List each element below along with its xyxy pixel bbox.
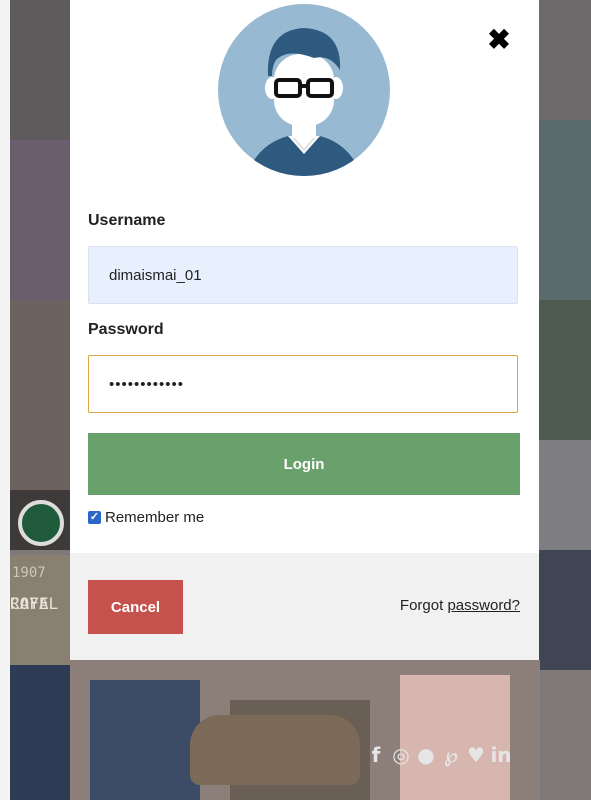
password-label: Password (88, 321, 164, 338)
facebook-icon[interactable]: f (365, 740, 387, 770)
close-icon[interactable]: ✖ (484, 25, 514, 55)
modal-footer: Cancel Forgot password? (70, 553, 539, 660)
cafe-round-sign (18, 500, 64, 546)
user-avatar (218, 4, 390, 176)
remember-me-row[interactable]: ✓ Remember me (88, 509, 204, 526)
forgot-password: Forgot password? (400, 597, 520, 614)
cafe-sign-line2: ROYAL (10, 594, 59, 613)
pinterest-icon[interactable]: ℘ (440, 740, 462, 770)
forgot-prefix-text: Forgot (399, 597, 448, 614)
linkedin-icon[interactable]: in (490, 740, 512, 770)
user-avatar-icon (246, 28, 362, 176)
login-button[interactable]: Login (88, 433, 520, 495)
cafe-year-text: 1907 (12, 565, 46, 581)
username-label: Username (88, 212, 166, 229)
car-illustration (190, 715, 360, 785)
password-field[interactable] (88, 355, 518, 413)
social-links: f ◎ ● ℘ ♥ in (365, 740, 512, 770)
instagram-icon[interactable]: ◎ (390, 740, 412, 770)
remember-me-label: Remember me (105, 509, 205, 526)
remember-me-checkbox[interactable]: ✓ (88, 511, 101, 524)
cancel-button[interactable]: Cancel (88, 580, 183, 634)
twitter-icon[interactable]: ♥ (465, 740, 487, 770)
login-modal: ✖ Username Password Login ✓ Remember me … (70, 0, 539, 660)
snapchat-icon[interactable]: ● (415, 740, 437, 770)
forgot-password-link[interactable]: password? (447, 597, 520, 614)
username-field[interactable] (88, 246, 518, 304)
